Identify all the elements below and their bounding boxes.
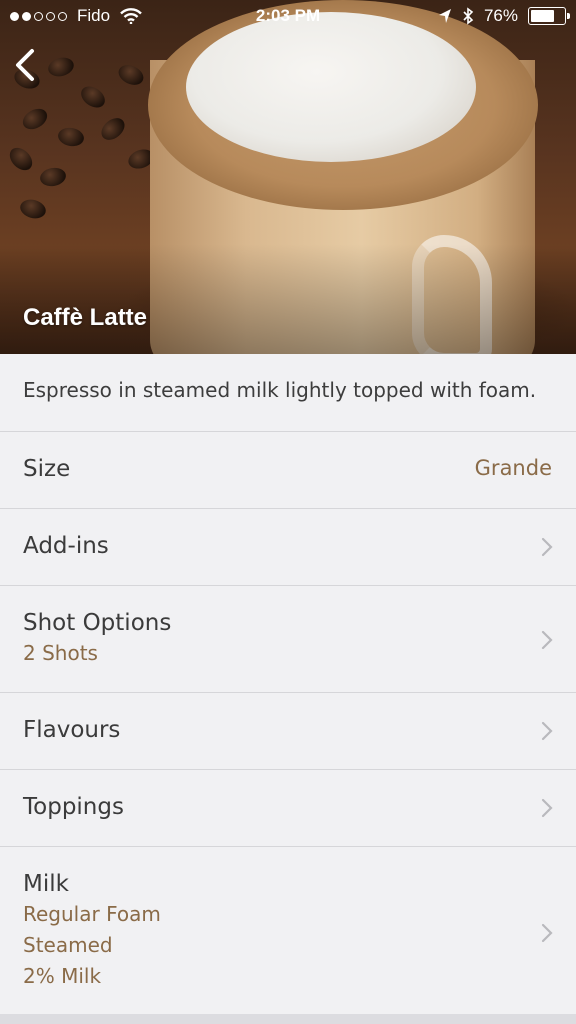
size-row[interactable]: Size Grande xyxy=(0,431,576,508)
location-arrow-icon xyxy=(438,9,451,23)
customization-list: Size Grande Add-ins Shot Options 2 Shots… xyxy=(0,431,576,1016)
shot-options-row[interactable]: Shot Options 2 Shots xyxy=(0,585,576,692)
chevron-right-icon xyxy=(541,630,553,650)
add-ins-label: Add-ins xyxy=(23,533,109,559)
product-title: Caffè Latte xyxy=(23,304,148,331)
milk-type-value: 2% Milk xyxy=(23,964,102,988)
chevron-right-icon xyxy=(541,721,553,741)
chevron-left-icon xyxy=(16,49,34,81)
chevron-right-icon xyxy=(541,537,553,557)
size-label: Size xyxy=(23,456,71,482)
bottom-bar xyxy=(0,1014,576,1024)
bluetooth-icon xyxy=(463,7,474,25)
chevron-right-icon xyxy=(541,798,553,818)
flavours-row[interactable]: Flavours xyxy=(0,692,576,769)
battery-fill xyxy=(531,10,554,22)
product-description: Espresso in steamed milk lightly topped … xyxy=(23,378,537,402)
flavours-label: Flavours xyxy=(23,717,121,743)
milk-row[interactable]: Milk Regular Foam Steamed 2% Milk xyxy=(0,846,576,1016)
chevron-right-icon xyxy=(541,923,553,943)
milk-foam-value: Regular Foam xyxy=(23,902,161,926)
back-button[interactable] xyxy=(8,44,48,88)
milk-temperature-value: Steamed xyxy=(23,933,113,957)
size-value: Grande xyxy=(474,456,552,480)
battery-icon xyxy=(528,7,570,25)
add-ins-row[interactable]: Add-ins xyxy=(0,508,576,585)
shot-options-label: Shot Options xyxy=(23,610,172,636)
shot-options-value: 2 Shots xyxy=(23,641,98,665)
hero-image xyxy=(0,0,576,354)
battery-percent: 76% xyxy=(483,6,518,25)
toppings-label: Toppings xyxy=(23,794,124,820)
status-bar: Fido 2:03 PM 76% xyxy=(0,0,576,36)
milk-label: Milk xyxy=(23,871,69,897)
toppings-row[interactable]: Toppings xyxy=(0,769,576,846)
